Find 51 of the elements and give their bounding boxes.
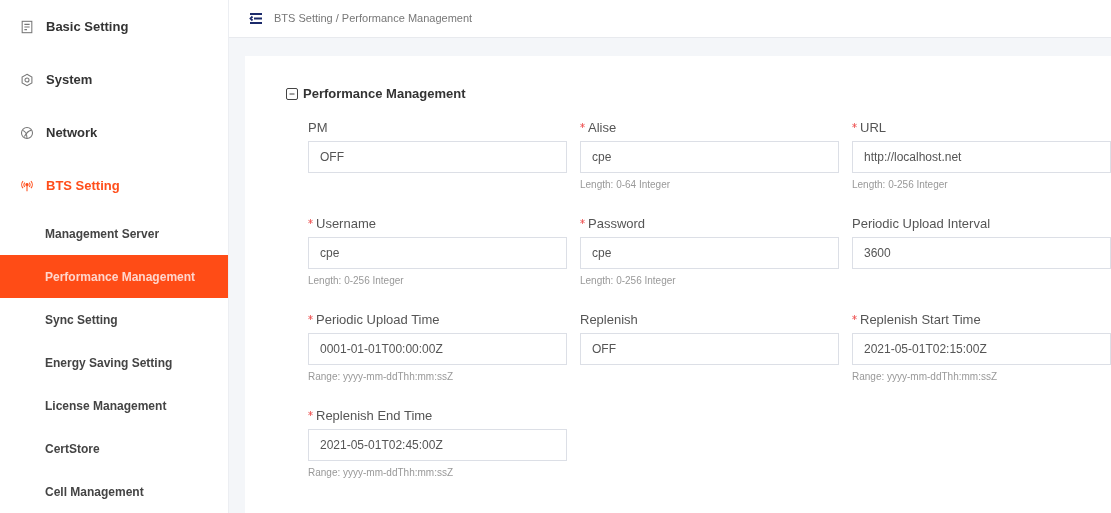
input-field[interactable]: cpe	[580, 140, 839, 173]
required-icon	[580, 122, 585, 128]
input-field[interactable]: cpe	[308, 236, 567, 269]
field-hint: Length: 0-256 Integer	[580, 273, 677, 288]
settings-icon	[20, 72, 34, 87]
field-label: Replenish End Time	[308, 405, 567, 426]
field-hint: Length: 0-256 Integer	[308, 273, 405, 288]
required-icon	[852, 122, 857, 128]
collapse-icon[interactable]	[286, 87, 298, 100]
field-label: Periodic Upload Time	[308, 309, 567, 330]
required-icon	[308, 218, 313, 224]
input-field[interactable]: cpe	[580, 236, 839, 269]
input-field[interactable]: http://localhost.net	[852, 140, 1111, 173]
input-field[interactable]: 2021-05-01T02:45:00Z	[308, 428, 567, 461]
menu-icon[interactable]	[249, 13, 262, 24]
field-label: Password	[580, 213, 839, 234]
field-hint: Length: 0-64 Integer	[580, 177, 672, 192]
required-icon	[308, 314, 313, 320]
field-label: URL	[852, 117, 1111, 138]
field-hint: Range: yyyy-mm-ddThh:mm:ssZ	[308, 465, 455, 480]
antenna-icon	[20, 178, 34, 193]
sidebar-subitem[interactable]: License Management	[0, 384, 228, 427]
sidebar-subitem[interactable]: Sync Setting	[0, 298, 228, 341]
sidebar-item[interactable]: System	[0, 53, 228, 106]
input-field[interactable]: 3600	[852, 236, 1111, 269]
field-label: Replenish	[580, 310, 639, 329]
required-icon	[580, 218, 585, 224]
required-icon	[852, 314, 857, 320]
input-field[interactable]: 0001-01-01T00:00:00Z	[308, 332, 567, 365]
sidebar-subitem[interactable]: CertStore	[0, 427, 228, 470]
sidebar-item[interactable]: Basic Setting	[0, 0, 228, 53]
input-field[interactable]: OFF	[580, 332, 839, 365]
sidebar-subitem[interactable]: Cell Management	[0, 470, 228, 513]
field-label: Replenish Start Time	[852, 309, 1111, 330]
section-title: Performance Management	[303, 85, 466, 103]
field-label: Username	[308, 213, 567, 234]
field-hint: Range: yyyy-mm-ddThh:mm:ssZ	[852, 369, 999, 384]
sidebar-subitem[interactable]: Management Server	[0, 212, 228, 255]
sidebar-subitem[interactable]: Energy Saving Setting	[0, 341, 228, 384]
required-icon	[308, 410, 313, 416]
field-label: Periodic Upload Interval	[852, 214, 992, 233]
input-field[interactable]: 2021-05-01T02:15:00Z	[852, 332, 1111, 365]
input-field[interactable]: OFF	[308, 140, 567, 173]
field-hint: Length: 0-256 Integer	[852, 177, 949, 192]
field-label: PM	[308, 118, 329, 137]
field-hint: Range: yyyy-mm-ddThh:mm:ssZ	[308, 369, 455, 384]
document-icon	[20, 19, 34, 34]
globe-icon	[20, 125, 34, 140]
sidebar-item[interactable]: Network	[0, 106, 228, 159]
field-label: Alise	[580, 117, 839, 138]
breadcrumb: BTS Setting / Performance Management	[274, 11, 473, 27]
